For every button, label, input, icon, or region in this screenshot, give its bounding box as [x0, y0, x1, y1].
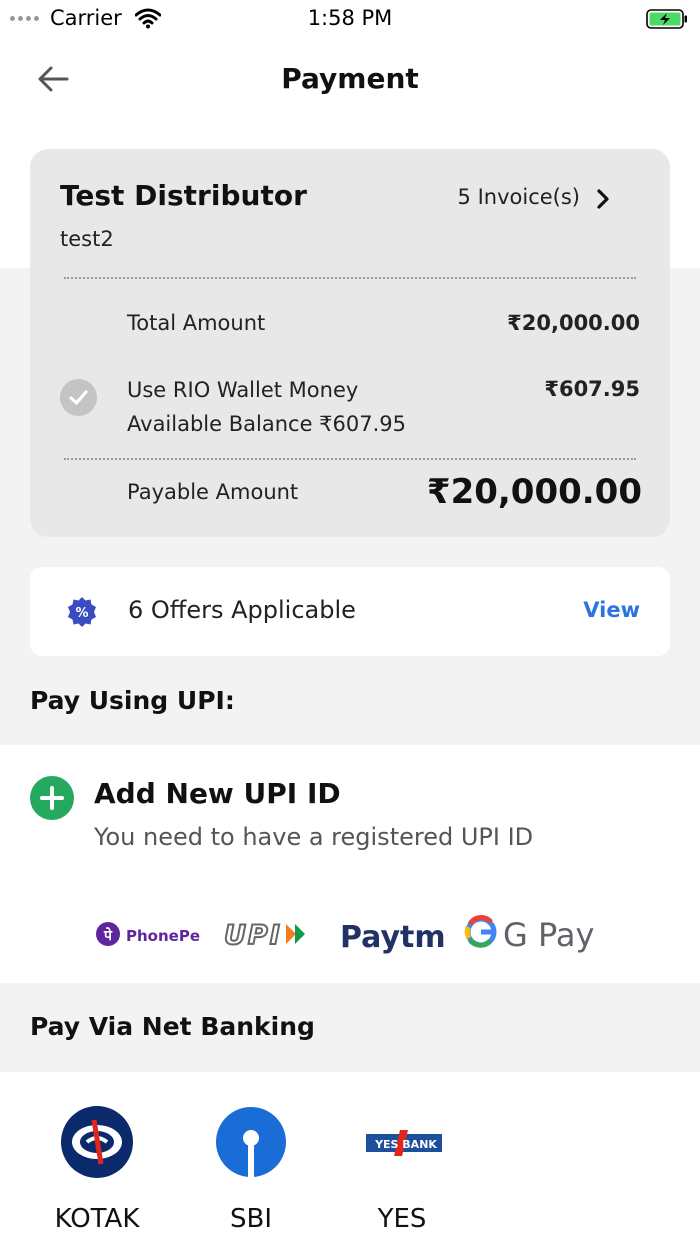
bank-option-kotak[interactable]: KOTAK: [37, 1106, 157, 1236]
yes-bank-logo-text: YES BANK: [374, 1138, 437, 1151]
upi-section: Add New UPI ID You need to have a regist…: [0, 745, 700, 983]
status-bar: Carrier 1:58 PM: [0, 0, 700, 38]
upi-logo: UPI: [223, 919, 305, 952]
gpay-label: G Pay: [503, 916, 594, 954]
total-amount-value: ₹20,000.00: [507, 311, 640, 335]
bank-name: SBI: [229, 1204, 272, 1234]
discount-badge-icon: %: [68, 597, 96, 627]
net-banking-title: Pay Via Net Banking: [30, 1012, 315, 1041]
distributor-name: Test Distributor: [60, 179, 307, 212]
divider: [64, 277, 636, 279]
payable-amount-label: Payable Amount: [127, 480, 299, 504]
phonepe-label: PhonePe: [126, 927, 200, 945]
payment-summary-card: Test Distributor test2 5 Invoice(s) Tota…: [30, 149, 670, 537]
bank-option-sbi[interactable]: SBI: [191, 1106, 311, 1236]
chevron-right-icon[interactable]: [592, 187, 614, 211]
paytm-logo: Paytm: [340, 920, 446, 955]
plus-icon[interactable]: [30, 776, 74, 820]
add-upi-subtitle: You need to have a registered UPI ID: [94, 823, 534, 851]
wallet-checkbox-icon[interactable]: [60, 379, 97, 416]
wallet-balance: Available Balance ₹607.95: [127, 412, 406, 436]
view-offers-link[interactable]: View: [583, 598, 640, 622]
paytm-label: Paytm: [340, 920, 446, 955]
bank-name: KOTAK: [54, 1204, 140, 1234]
offers-text: 6 Offers Applicable: [128, 596, 356, 624]
kotak-logo-icon: [61, 1106, 133, 1178]
svg-text:%: %: [75, 606, 88, 621]
page-title: Payment: [281, 62, 419, 95]
gpay-logo: G Pay: [464, 915, 594, 954]
wallet-label: Use RIO Wallet Money: [127, 378, 359, 402]
battery-icon: [646, 9, 687, 29]
distributor-subtitle: test2: [60, 227, 114, 251]
yes-bank-logo-icon: YES BANK: [366, 1130, 442, 1156]
divider: [64, 458, 636, 460]
wallet-value: ₹607.95: [544, 377, 640, 401]
sbi-logo-icon: [216, 1107, 286, 1178]
upi-app-logos: पे PhonePe UPI Paytm G Pay: [96, 915, 594, 955]
svg-text:पे: पे: [103, 927, 113, 944]
bank-name: YES: [377, 1204, 427, 1234]
offers-card[interactable]: % 6 Offers Applicable View: [30, 567, 670, 656]
total-amount-label: Total Amount: [127, 311, 266, 335]
add-upi-button[interactable]: Add New UPI ID: [94, 777, 341, 810]
upi-label: UPI: [224, 920, 282, 951]
invoices-count[interactable]: 5 Invoice(s): [458, 185, 580, 209]
bank-option-yes[interactable]: YES BANK YES: [342, 1106, 462, 1236]
payable-amount-value: ₹20,000.00: [426, 472, 642, 512]
clock: 1:58 PM: [307, 6, 393, 30]
upi-section-title: Pay Using UPI:: [30, 686, 235, 715]
phonepe-logo: पे PhonePe: [96, 922, 200, 946]
